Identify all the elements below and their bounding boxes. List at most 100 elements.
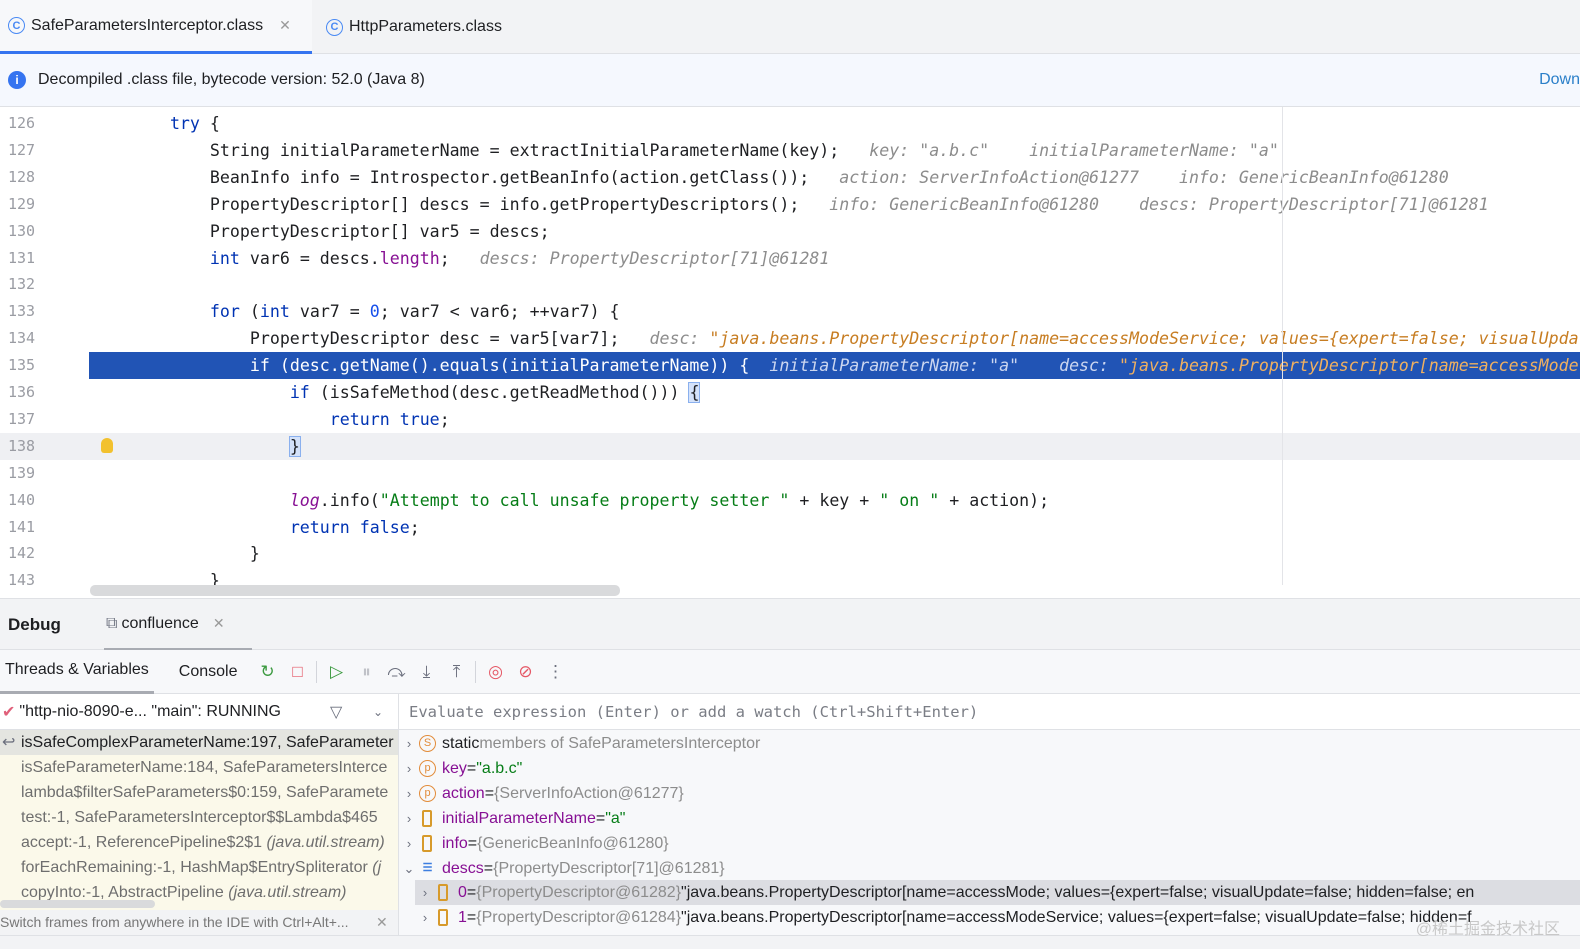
mute-breakpoints-icon[interactable]: ⊘ bbox=[510, 662, 540, 682]
code-line[interactable]: 133 for (int var7 = 0; var7 < var6; ++va… bbox=[0, 298, 1580, 325]
code-line[interactable]: 139 bbox=[0, 460, 1580, 487]
stack-frame[interactable]: test:-1, SafeParametersInterceptor$$Lamb… bbox=[0, 805, 398, 830]
stack-frame[interactable]: accept:-1, ReferencePipeline$2$1 (java.u… bbox=[0, 830, 398, 855]
code-line[interactable]: 132 bbox=[0, 271, 1580, 298]
stack-frame[interactable]: isSafeParameterName:184, SafeParametersI… bbox=[0, 755, 398, 780]
code-line[interactable]: 134 PropertyDescriptor desc = var5[var7]… bbox=[0, 325, 1580, 352]
variable-value: {ServerInfoAction@61277} bbox=[494, 784, 684, 802]
tab-console[interactable]: Console bbox=[174, 650, 243, 694]
line-number[interactable]: 138 bbox=[8, 433, 38, 460]
close-session-icon[interactable]: ✕ bbox=[213, 615, 225, 632]
line-number[interactable]: 127 bbox=[8, 137, 38, 164]
variable-node[interactable]: › Sstatic members of SafeParametersInterc… bbox=[399, 731, 1580, 756]
line-number[interactable]: 142 bbox=[8, 540, 38, 567]
variable-value: "a.b.c" bbox=[476, 759, 523, 777]
chevron-right-icon[interactable]: › bbox=[415, 905, 435, 930]
tab-httpparameters[interactable]: C HttpParameters.class bbox=[318, 0, 510, 54]
download-sources-link[interactable]: Down bbox=[1539, 71, 1580, 89]
code-line-current[interactable]: 135 if (desc.getName().equals(initialPar… bbox=[0, 352, 1580, 380]
code-line[interactable]: 130 PropertyDescriptor[] var5 = descs; bbox=[0, 218, 1580, 245]
evaluate-expression-input[interactable]: Evaluate expression (Enter) or add a wat… bbox=[399, 694, 1580, 730]
code-token: return true bbox=[329, 409, 440, 429]
frame-name: isSafeParameterName:184, SafeParametersI… bbox=[21, 759, 388, 776]
code-editor[interactable]: 126 try {127 String initialParameterName… bbox=[0, 107, 1580, 598]
code-line[interactable]: 140 log.info("Attempt to call unsafe pro… bbox=[0, 487, 1580, 514]
chevron-down-icon[interactable]: ⌄ bbox=[399, 856, 419, 881]
chevron-right-icon[interactable]: › bbox=[399, 731, 419, 756]
line-number[interactable]: 131 bbox=[8, 245, 38, 272]
code-line[interactable]: 128 BeanInfo info = Introspector.getBean… bbox=[0, 164, 1580, 191]
line-number[interactable]: 126 bbox=[8, 110, 38, 137]
pause-icon[interactable]: ⏸ bbox=[351, 662, 381, 682]
code-line[interactable]: 137 return true; bbox=[0, 406, 1580, 433]
inline-debug-value: "java.beans.PropertyDescriptor[name=acce… bbox=[1119, 356, 1579, 376]
line-number[interactable]: 135 bbox=[8, 352, 38, 379]
chevron-right-icon[interactable]: › bbox=[399, 831, 419, 856]
code-token: String initialParameterName = extractIni… bbox=[90, 140, 870, 160]
code-line[interactable]: 126 try { bbox=[0, 110, 1580, 137]
code-line[interactable]: 142 } bbox=[0, 540, 1580, 567]
line-number[interactable]: 141 bbox=[8, 514, 38, 541]
debug-session-tab[interactable]: ⧉ confluence ✕ bbox=[104, 599, 252, 651]
stack-frame[interactable]: lambda$filterSafeParameters$0:159, SafeP… bbox=[0, 780, 398, 805]
tab-safeparametersinterceptor[interactable]: C SafeParametersInterceptor.class ✕ bbox=[0, 0, 312, 54]
code-line[interactable]: 131 int var6 = descs.length; descs: Prop… bbox=[0, 245, 1580, 272]
resume-icon[interactable]: ▷ bbox=[321, 662, 351, 682]
code-line[interactable]: 127 String initialParameterName = extrac… bbox=[0, 137, 1580, 164]
chevron-down-icon[interactable]: ⌄ bbox=[373, 705, 383, 719]
code-line[interactable]: 136 if (isSafeMethod(desc.getReadMethod(… bbox=[0, 379, 1580, 406]
thread-selector[interactable]: ✔ "http-nio-8090-e... "main": RUNNING ▽ … bbox=[0, 694, 398, 730]
code-token: PropertyDescriptor[] var5 = descs; bbox=[90, 221, 550, 241]
class-icon: C bbox=[8, 17, 25, 34]
more-options-icon[interactable]: ⋮ bbox=[540, 662, 570, 682]
line-number[interactable]: 133 bbox=[8, 298, 38, 325]
line-number[interactable]: 143 bbox=[8, 567, 38, 594]
step-over-icon[interactable]: ⤼ bbox=[381, 662, 411, 682]
code-text: int var6 = descs.length; descs: Property… bbox=[90, 245, 829, 272]
editor-horizontal-scrollbar[interactable] bbox=[90, 585, 620, 596]
variable-node[interactable]: › p key = "a.b.c" bbox=[399, 756, 1580, 781]
line-number[interactable]: 129 bbox=[8, 191, 38, 218]
chevron-right-icon[interactable]: › bbox=[399, 806, 419, 831]
line-number[interactable]: 130 bbox=[8, 218, 38, 245]
line-number[interactable]: 136 bbox=[8, 379, 38, 406]
filter-icon[interactable]: ▽ bbox=[330, 702, 342, 722]
frame-name: test:-1, SafeParametersInterceptor$$Lamb… bbox=[21, 809, 378, 826]
tab-threads-variables[interactable]: Threads & Variables bbox=[0, 650, 154, 694]
line-number[interactable]: 137 bbox=[8, 406, 38, 433]
line-number[interactable]: 140 bbox=[8, 487, 38, 514]
step-out-icon[interactable]: ⤒ bbox=[441, 662, 471, 682]
variable-node[interactable]: › p action = {ServerInfoAction@61277} bbox=[399, 781, 1580, 806]
chevron-right-icon[interactable]: › bbox=[399, 781, 419, 806]
view-breakpoints-icon[interactable]: ◎ bbox=[480, 662, 510, 682]
chevron-right-icon[interactable]: › bbox=[399, 756, 419, 781]
variable-node[interactable]: › 1 = {PropertyDescriptor@61284} "java.be… bbox=[415, 905, 1580, 930]
code-line[interactable]: 129 PropertyDescriptor[] descs = info.ge… bbox=[0, 191, 1580, 218]
chevron-right-icon[interactable]: › bbox=[415, 880, 435, 905]
array-icon: ☰ bbox=[422, 861, 433, 874]
stop-icon[interactable]: □ bbox=[282, 662, 312, 682]
static-icon: S bbox=[419, 735, 436, 752]
line-number[interactable]: 139 bbox=[8, 460, 38, 487]
frames-scrollbar[interactable] bbox=[0, 900, 155, 908]
stack-frame[interactable]: forEachRemaining:-1, HashMap$EntrySplite… bbox=[0, 855, 398, 880]
code-line[interactable]: 138 } bbox=[0, 432, 1580, 460]
frame-package: (j bbox=[372, 859, 382, 876]
rerun-icon[interactable]: ↻ bbox=[252, 662, 282, 682]
code-line[interactable]: 141 return false; bbox=[0, 514, 1580, 541]
variable-name: info bbox=[442, 834, 468, 852]
stack-frame[interactable]: ↩ isSafeComplexParameterName:197, SafePar… bbox=[0, 730, 398, 755]
variable-node[interactable]: ⌄ ☰ descs = {PropertyDescriptor[71]@61281} bbox=[399, 856, 1580, 881]
close-hint-icon[interactable]: ✕ bbox=[376, 910, 388, 935]
line-number[interactable]: 128 bbox=[8, 164, 38, 191]
close-tab-icon[interactable]: ✕ bbox=[279, 17, 291, 34]
code-token: ; var7 < var6; ++var7) { bbox=[379, 302, 620, 322]
variable-node[interactable]: › initialParameterName = "a" bbox=[399, 806, 1580, 831]
line-number[interactable]: 132 bbox=[8, 271, 38, 298]
line-number[interactable]: 134 bbox=[8, 325, 38, 352]
step-into-icon[interactable]: ⤓ bbox=[411, 662, 441, 682]
variable-node[interactable]: › info = {GenericBeanInfo@61280} bbox=[399, 831, 1580, 856]
variable-node[interactable]: › 0 = {PropertyDescriptor@61282} "java.be… bbox=[415, 880, 1580, 906]
